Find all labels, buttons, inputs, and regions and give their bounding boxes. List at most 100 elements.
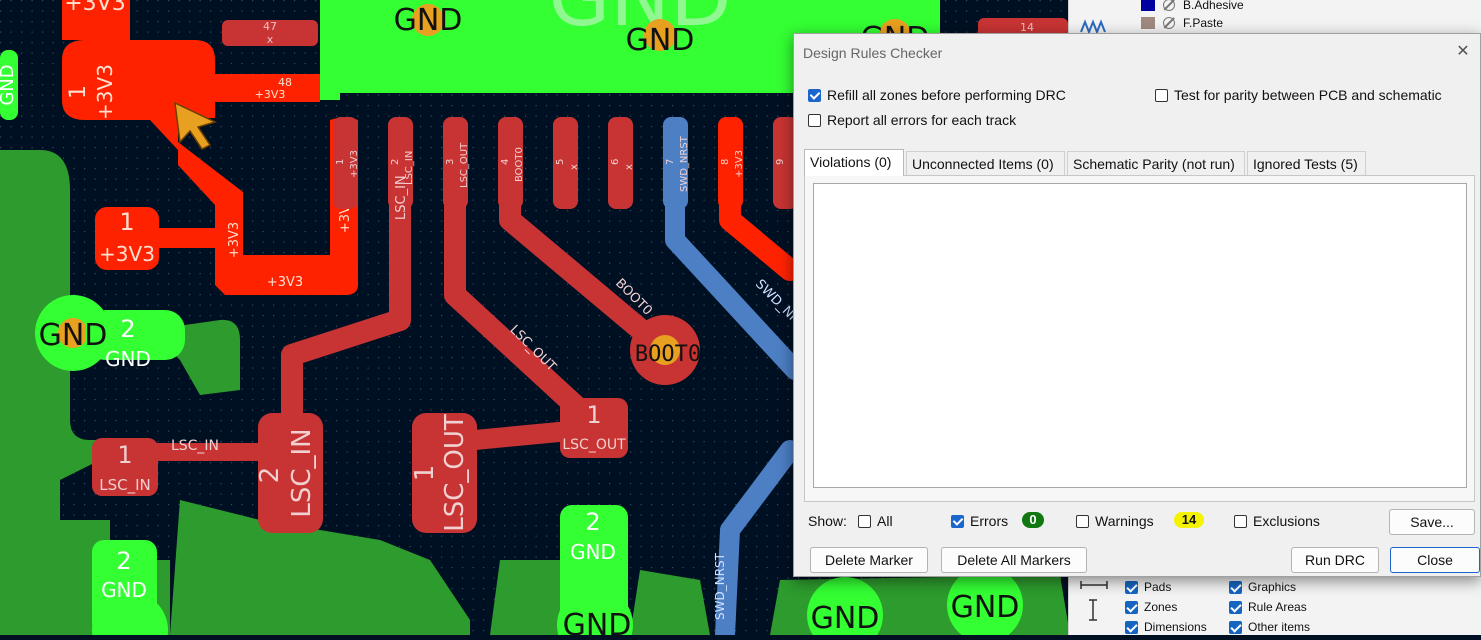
objects-zones-toggle[interactable]: Zones — [1125, 600, 1177, 614]
pad-lsc-out-1-number: 1 — [410, 465, 440, 482]
checkbox-checked-icon[interactable] — [1125, 620, 1138, 634]
pin-8-net: +3V3 — [734, 150, 745, 178]
checkbox-unchecked-icon[interactable] — [1234, 514, 1247, 528]
report-all-errors-label: Report all errors for each track — [827, 112, 1017, 128]
pin-5-number: 5 — [555, 159, 566, 165]
refill-zones-checkbox[interactable]: Refill all zones before performing DRC — [808, 87, 1066, 103]
checkbox-unchecked-icon[interactable] — [858, 514, 871, 528]
pin-2-number: 2 — [390, 159, 401, 165]
gnd-pad-edge-net: GND — [0, 64, 18, 105]
gnd-label-top-2: GND — [626, 23, 695, 58]
gnd-pad-2-number: 2 — [120, 315, 135, 343]
objects-other-items-label: Other items — [1248, 620, 1311, 634]
drc-dialog: Design Rules Checker ✕ Refill all zones … — [793, 33, 1481, 577]
gnd-label-bottom-3: GND — [951, 590, 1020, 625]
pad-lsc-out-1-net: LSC_OUT — [440, 414, 470, 532]
checkbox-checked-icon[interactable] — [1229, 600, 1242, 614]
violations-tab-pane — [804, 175, 1475, 502]
tab-schematic-parity[interactable]: Schematic Parity (not run) — [1067, 151, 1245, 176]
pin-7-net: SWD_NRST — [679, 135, 690, 192]
pin-3-number: 3 — [445, 159, 456, 165]
pad-1-net: +3V3 — [93, 64, 117, 120]
pad-47-net: x — [267, 33, 274, 46]
gnd-label-bottom-1: GND — [563, 608, 632, 635]
checkbox-checked-icon[interactable] — [808, 88, 821, 102]
pad-lsc-in-1-net: LSC_IN — [99, 476, 151, 495]
cap-pad-1-net: +3V3 — [99, 242, 155, 266]
filter-errors-checkbox[interactable]: Errors — [951, 513, 1008, 529]
objects-other-items-toggle[interactable]: Other items — [1229, 620, 1310, 634]
pad-lsc-in-2-number: 2 — [255, 467, 285, 484]
objects-graphics-toggle[interactable]: Graphics — [1229, 580, 1296, 594]
layer-row-f-paste[interactable]: F.Paste — [1141, 14, 1223, 32]
hidden-eye-icon[interactable] — [1163, 0, 1175, 11]
gnd-pad-bl-net: GND — [101, 578, 147, 602]
filter-exclusions-checkbox[interactable]: Exclusions — [1234, 513, 1320, 529]
pin-1-number: 1 — [335, 159, 346, 165]
pad-lsc-out-2-net: LSC_OUT — [562, 437, 626, 453]
tab-violations[interactable]: Violations (0) — [804, 149, 904, 176]
violations-list[interactable] — [813, 183, 1467, 488]
objects-pads-label: Pads — [1144, 580, 1172, 594]
gnd-pad-bl-number: 2 — [116, 547, 131, 575]
pin-1-net: +3V3 — [349, 150, 360, 178]
toolbar-icon-strip-lower — [1073, 575, 1113, 635]
checkbox-unchecked-icon[interactable] — [1076, 514, 1089, 528]
pad-48-net: +3V3 — [255, 88, 286, 101]
dialog-title: Design Rules Checker — [803, 45, 943, 61]
objects-pads-toggle[interactable]: Pads — [1125, 580, 1171, 594]
close-icon[interactable]: ✕ — [1454, 43, 1472, 61]
layer-color-swatch[interactable] — [1141, 17, 1155, 29]
gnd-pad-2-net: GND — [105, 347, 151, 371]
gnd-pad-bm-number: 2 — [585, 508, 600, 536]
trace-swd-nrst-lower-label: SWD_NRST — [713, 552, 727, 620]
layer-row-b-adhesive[interactable]: B.Adhesive — [1141, 0, 1244, 14]
checkbox-checked-icon[interactable] — [1125, 580, 1138, 594]
objects-rule-areas-toggle[interactable]: Rule Areas — [1229, 600, 1307, 614]
delete-marker-button[interactable]: Delete Marker — [810, 547, 928, 573]
pin-7-number: 7 — [665, 159, 676, 165]
cap-pad-1-number: 1 — [119, 208, 134, 236]
filter-exclusions-label: Exclusions — [1253, 513, 1320, 529]
checkbox-checked-icon[interactable] — [1229, 580, 1242, 594]
filter-warnings-checkbox[interactable]: Warnings — [1076, 513, 1154, 529]
delete-all-markers-button[interactable]: Delete All Markers — [941, 547, 1087, 573]
pad-lsc-in-1-number: 1 — [117, 441, 132, 469]
dimension-icon[interactable] — [1073, 575, 1113, 635]
hidden-eye-icon[interactable] — [1163, 17, 1175, 29]
objects-panel: Pads Graphics Zones Rule Areas Dimension… — [1068, 575, 1481, 635]
test-parity-checkbox[interactable]: Test for parity between PCB and schemati… — [1155, 87, 1442, 103]
objects-dimensions-toggle[interactable]: Dimensions — [1125, 620, 1207, 634]
filter-warnings-label: Warnings — [1095, 513, 1154, 529]
trace-lsc-in-label: LSC_IN — [394, 175, 409, 220]
pin-9-number: 9 — [775, 159, 786, 165]
checkbox-unchecked-icon[interactable] — [808, 113, 821, 127]
layer-name: F.Paste — [1183, 16, 1224, 30]
pin-6-net: x — [624, 164, 635, 170]
close-button[interactable]: Close — [1390, 547, 1480, 573]
gnd-label-top-1: GND — [394, 3, 463, 38]
checkbox-checked-icon[interactable] — [951, 514, 964, 528]
checkbox-unchecked-icon[interactable] — [1155, 88, 1168, 102]
run-drc-button[interactable]: Run DRC — [1291, 547, 1379, 573]
filter-all-checkbox[interactable]: All — [858, 513, 893, 529]
pin-3-net: LSC_OUT — [459, 142, 470, 188]
trace-3v3-label-1: +3V3 — [227, 222, 242, 258]
filter-errors-label: Errors — [970, 513, 1009, 529]
checkbox-checked-icon[interactable] — [1125, 600, 1138, 614]
tab-ignored-tests[interactable]: Ignored Tests (5) — [1247, 151, 1366, 176]
gnd-pad-bm-net: GND — [570, 540, 616, 564]
save-button[interactable]: Save... — [1389, 509, 1475, 535]
objects-dimensions-label: Dimensions — [1144, 620, 1207, 634]
errors-count-badge: 0 — [1022, 512, 1044, 528]
show-label-text: Show: — [808, 513, 847, 529]
refill-zones-label: Refill all zones before performing DRC — [827, 87, 1066, 103]
pad-lsc-in-2-net: LSC_IN — [287, 428, 317, 517]
report-all-errors-checkbox[interactable]: Report all errors for each track — [808, 112, 1016, 128]
layer-color-swatch[interactable] — [1141, 0, 1155, 11]
warnings-count-badge: 14 — [1174, 512, 1204, 528]
checkbox-checked-icon[interactable] — [1229, 620, 1242, 634]
pin-5-net: x — [569, 164, 580, 170]
tab-unconnected-items[interactable]: Unconnected Items (0) — [906, 151, 1065, 176]
filter-all-label: All — [877, 513, 893, 529]
